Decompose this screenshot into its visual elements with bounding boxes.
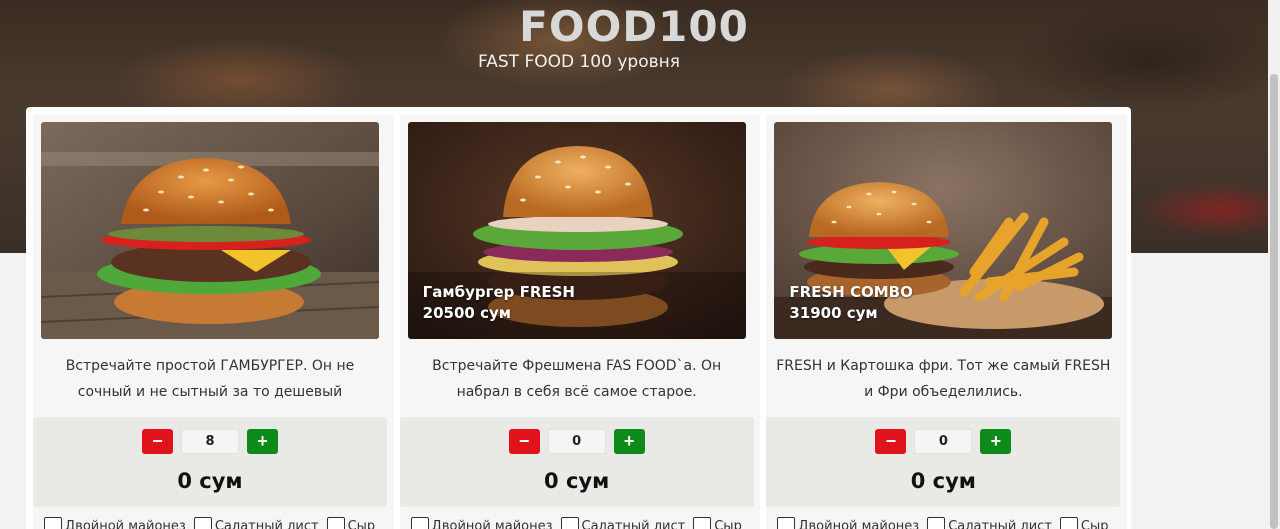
decrease-button[interactable]: − [142, 429, 173, 454]
option-double-mayo[interactable]: Двойной майонез [410, 517, 553, 529]
option-cheese[interactable]: Сыр [1059, 517, 1109, 529]
checkbox[interactable] [560, 517, 579, 529]
option-double-mayo[interactable]: Двойной майонез [44, 517, 186, 529]
product-photo: FRESH COMBO 31900 сум [774, 122, 1113, 339]
product-photo-label: FRESH COMBO 31900 сум [789, 282, 913, 324]
option-label: Двойной майонез [431, 518, 553, 529]
option-lettuce[interactable]: Салатный лист [560, 517, 686, 529]
product-description: Встречайте Фрешмена FAS FOOD`а. Он набра… [432, 358, 722, 400]
quantity-input[interactable] [547, 429, 606, 454]
increase-button[interactable]: + [247, 429, 278, 454]
product-price: 31900 сум [789, 304, 878, 322]
product-card-fresh: Гамбургер FRESH 20500 сум Встречайте Фре… [399, 115, 761, 529]
option-lettuce[interactable]: Салатный лист [927, 517, 1052, 529]
option-label: Салатный лист [948, 518, 1052, 529]
option-double-mayo[interactable]: Двойной майонез [777, 517, 919, 529]
product-photo: Гамбургер FRESH 20500 сум [407, 122, 746, 339]
option-cheese[interactable]: Сыр [693, 517, 742, 529]
product-title: FRESH COMBO [789, 283, 913, 301]
product-list: Встречайте простой ГАМБУРГЕР. Он не сочн… [26, 107, 1131, 529]
checkbox[interactable] [777, 517, 796, 529]
total-price: 0 сум [544, 469, 610, 493]
option-label: Салатный лист [214, 518, 319, 529]
quantity-stepper: − + [33, 429, 387, 454]
option-label: Салатный лист [581, 518, 686, 529]
product-description: FRESH и Картошка фри. Тот же самый FRESH… [776, 358, 1111, 400]
product-photo [41, 122, 379, 339]
total-price: 0 сум [910, 469, 976, 493]
quantity-stepper: − + [766, 429, 1120, 454]
product-card-hamburger: Встречайте простой ГАМБУРГЕР. Он не сочн… [33, 115, 394, 529]
checkbox[interactable] [410, 517, 429, 529]
extras-options: Двойной майонез Салатный лист Сыр [410, 517, 742, 529]
decrease-button[interactable]: − [875, 429, 907, 454]
checkbox[interactable] [693, 517, 712, 529]
option-label: Сыр [1080, 518, 1109, 529]
product-title: Гамбургер FRESH [422, 283, 575, 301]
scrollbar-thumb[interactable] [1270, 74, 1278, 529]
checkbox[interactable] [1059, 517, 1078, 529]
quantity-input[interactable] [181, 429, 239, 454]
order-controls: − + 0 сум [33, 417, 387, 507]
option-label: Сыр [714, 518, 742, 529]
checkbox[interactable] [326, 517, 345, 529]
decrease-button[interactable]: − [508, 429, 540, 454]
product-price: 20500 сум [422, 304, 512, 322]
checkbox[interactable] [927, 517, 946, 529]
product-card-combo: FRESH COMBO 31900 сум FRESH и Картошка ф… [766, 115, 1128, 529]
option-lettuce[interactable]: Салатный лист [193, 517, 319, 529]
order-controls: − + 0 сум [399, 417, 754, 507]
option-cheese[interactable]: Сыр [326, 517, 376, 529]
total-price: 0 сум [177, 469, 243, 493]
checkbox[interactable] [44, 517, 62, 529]
option-label: Двойной майонез [65, 518, 186, 529]
site-subtitle: FAST FOOD 100 уровня [478, 52, 680, 72]
site-title: FOOD100 [519, 2, 749, 51]
increase-button[interactable]: + [980, 429, 1012, 454]
order-controls: − + 0 сум [766, 417, 1121, 507]
page-scrollbar[interactable] [1268, 0, 1280, 529]
quantity-stepper: − + [400, 429, 754, 454]
product-photo-label: Гамбургер FRESH 20500 сум [423, 282, 575, 324]
extras-options: Двойной майонез Салатный лист Сыр [44, 517, 375, 529]
increase-button[interactable]: + [613, 429, 645, 454]
checkbox[interactable] [193, 517, 212, 529]
quantity-input[interactable] [914, 429, 973, 454]
option-label: Сыр [347, 518, 376, 529]
extras-options: Двойной майонез Салатный лист Сыр [777, 517, 1109, 529]
option-label: Двойной майонез [798, 518, 920, 529]
product-description: Встречайте простой ГАМБУРГЕР. Он не сочн… [65, 358, 355, 400]
